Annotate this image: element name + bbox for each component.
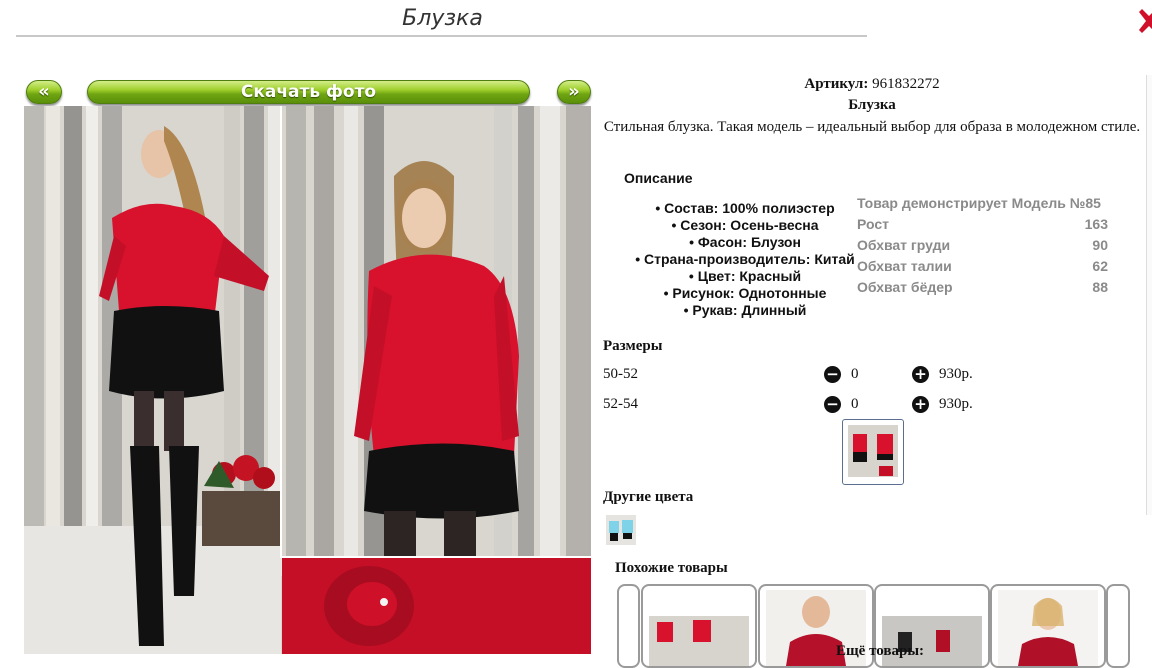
feature-item: Рисунок: Однотонные	[600, 285, 890, 302]
scrollbar[interactable]	[1146, 75, 1152, 515]
page-title: Блузка	[402, 6, 483, 31]
similar-product-card[interactable]	[990, 584, 1106, 668]
size-row: 52-54 − 0 + 930р.	[603, 396, 1023, 416]
color-variant-thumbnail[interactable]	[606, 515, 636, 545]
feature-item: Сезон: Осень-весна	[600, 217, 890, 234]
similar-scroll-right[interactable]	[1106, 584, 1130, 668]
feature-item: Рукав: Длинный	[600, 302, 890, 319]
next-photo-button[interactable]: »	[557, 80, 591, 104]
feature-list: Состав: 100% полиэстер Сезон: Осень-весн…	[600, 200, 890, 319]
feature-item: Состав: 100% полиэстер	[600, 200, 890, 217]
close-icon[interactable]	[1138, 6, 1152, 36]
size-price: 930р.	[939, 366, 973, 382]
title-divider	[16, 35, 867, 37]
feature-item: Фасон: Блузон	[600, 234, 890, 251]
similar-product-image	[649, 616, 749, 666]
model-heading: Товар демонстрирует Модель №85	[857, 195, 1101, 211]
feature-item: Цвет: Красный	[600, 268, 890, 285]
model-param-row: Рост 163	[857, 214, 1108, 235]
similar-products-heading: Похожие товары	[615, 560, 728, 576]
more-products-link[interactable]: Ещё товары:	[836, 643, 924, 660]
similar-product-image	[998, 590, 1098, 666]
prev-photo-button[interactable]: «	[26, 80, 62, 104]
quantity-value: 0	[851, 366, 859, 382]
size-row: 50-52 − 0 + 930р.	[603, 366, 1023, 386]
sizes-heading: Размеры	[603, 338, 663, 354]
model-param-label: Обхват талии	[857, 258, 952, 274]
size-label: 52-54	[603, 396, 638, 412]
plus-circle-icon[interactable]: +	[912, 366, 929, 383]
plus-circle-icon[interactable]: +	[912, 396, 929, 413]
product-thumbnail[interactable]	[842, 419, 904, 485]
minus-circle-icon[interactable]: −	[824, 396, 841, 413]
description-heading: Описание	[624, 170, 693, 186]
model-param-row: Обхват груди 90	[857, 235, 1108, 256]
size-price: 930р.	[939, 396, 973, 412]
size-label: 50-52	[603, 366, 638, 382]
model-param-row: Обхват талии 62	[857, 256, 1108, 277]
product-name: Блузка	[848, 97, 896, 113]
model-measurements: Товар демонстрирует Модель №85 Рост 163 …	[857, 193, 1108, 298]
model-param-label: Обхват бёдер	[857, 279, 953, 295]
model-param-value: 88	[1092, 279, 1108, 295]
other-colors-heading: Другие цвета	[603, 489, 694, 505]
model-param-value: 163	[1084, 216, 1108, 232]
model-param-row: Обхват бёдер 88	[857, 277, 1108, 298]
model-param-label: Обхват груди	[857, 237, 951, 253]
sku-value: 961832272	[872, 76, 940, 92]
feature-item: Страна-производитель: Китай	[600, 251, 890, 268]
similar-product-card[interactable]	[641, 584, 757, 668]
quantity-value: 0	[851, 396, 859, 412]
sku-label: Артикул:	[804, 76, 869, 92]
model-param-value: 62	[1092, 258, 1108, 274]
minus-circle-icon[interactable]: −	[824, 366, 841, 383]
similar-scroll-left[interactable]	[617, 584, 640, 668]
model-param-value: 90	[1092, 237, 1108, 253]
download-photo-button[interactable]: Скачать фото	[87, 80, 530, 104]
sku-line: Артикул: 961832272	[602, 76, 1142, 93]
product-photo[interactable]	[24, 106, 591, 654]
product-description: Стильная блузка. Такая модель – идеальны…	[603, 119, 1141, 135]
model-param-label: Рост	[857, 216, 889, 232]
